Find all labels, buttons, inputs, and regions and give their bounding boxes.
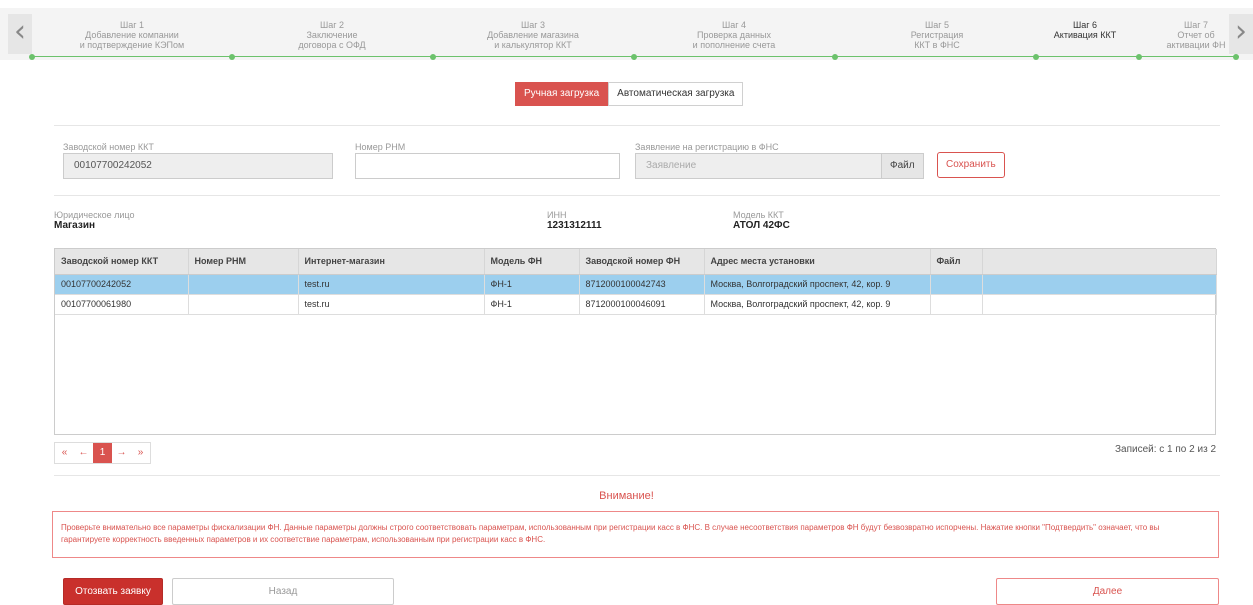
cell-kkt-serial: 00107700061980 <box>55 294 189 315</box>
step-7[interactable]: Шаг 7 Отчет об активации ФН <box>1136 20 1253 50</box>
step-title-line2: договора с ОФД <box>298 40 366 50</box>
step-6[interactable]: Шаг 6 Активация ККТ <box>1025 20 1145 40</box>
step-4[interactable]: Шаг 4 Проверка данных и пополнение счета <box>674 20 794 50</box>
step-title-line1: Добавление компании <box>85 30 179 40</box>
records-count: Записей: с 1 по 2 из 2 <box>1114 444 1216 455</box>
tab-manual-upload[interactable]: Ручная загрузка <box>515 82 609 106</box>
cell-webshop: test.ru <box>298 274 485 295</box>
step-dot <box>1136 54 1142 60</box>
col-header-address[interactable]: Адрес места установки <box>704 249 931 275</box>
step-1[interactable]: Шаг 1 Добавление компании и подтверждени… <box>72 20 192 50</box>
statement-field[interactable]: Заявление <box>635 153 882 179</box>
file-button[interactable]: Файл <box>881 153 924 179</box>
step-title-line2: и калькулятор ККТ <box>494 40 572 50</box>
kkt-table: Заводской номер ККТ Номер РНМ Интернет-м… <box>54 248 1217 435</box>
step-dot <box>430 54 436 60</box>
prev-page-button[interactable]: ← <box>74 443 93 463</box>
step-number: Шаг 4 <box>721 20 747 30</box>
tab-auto-upload[interactable]: Автоматическая загрузка <box>608 82 744 106</box>
step-dot <box>631 54 637 60</box>
next-page-button[interactable]: → <box>112 443 131 463</box>
wizard-stepper: ‹ › Шаг 1 Добавление компании и подтверж… <box>0 8 1253 60</box>
step-title-line2: и пополнение счета <box>692 40 776 50</box>
cell-fn-model: ФН-1 <box>484 294 580 315</box>
table-row[interactable]: 00107700061980 test.ru ФН-1 871200010004… <box>55 294 1217 315</box>
cell-file <box>930 294 983 315</box>
legal-entity-value: Магазин <box>54 220 96 231</box>
back-button[interactable]: Назад <box>172 578 394 605</box>
kkt-serial-field: 00107700242052 <box>63 153 333 179</box>
first-page-button[interactable]: « <box>55 443 74 463</box>
col-header-rnm[interactable]: Номер РНМ <box>188 249 299 275</box>
step-title-line2: и подтверждение КЭПом <box>79 40 185 50</box>
cell-address: Москва, Волгоградский проспект, 42, кор.… <box>704 274 931 295</box>
col-header-empty <box>982 249 1217 275</box>
legal-entity-label: Юридическое лицо <box>54 210 135 220</box>
cell-kkt-serial: 00107700242052 <box>55 274 189 295</box>
statement-label: Заявление на регистрацию в ФНС <box>635 142 779 152</box>
step-title-line2: ККТ в ФНС <box>914 40 960 50</box>
step-title-line1: Добавление магазина <box>487 30 579 40</box>
cell-rnm <box>188 294 299 315</box>
step-number: Шаг 5 <box>924 20 950 30</box>
inn-label: ИНН <box>547 210 567 220</box>
step-5[interactable]: Шаг 5 Регистрация ККТ в ФНС <box>877 20 997 50</box>
warning-text: Проверьте внимательно все параметры фиск… <box>61 523 1160 544</box>
step-dot <box>229 54 235 60</box>
col-header-kkt-serial[interactable]: Заводской номер ККТ <box>55 249 189 275</box>
step-dot <box>1033 54 1039 60</box>
step-number: Шаг 6 <box>1072 20 1098 30</box>
cell-address: Москва, Волгоградский проспект, 42, кор.… <box>704 294 931 315</box>
step-dot <box>29 54 35 60</box>
cell-empty <box>982 294 1217 315</box>
cell-empty <box>982 274 1217 295</box>
chevron-left-icon[interactable]: ‹ <box>8 14 32 54</box>
step-number: Шаг 2 <box>319 20 345 30</box>
next-button[interactable]: Далее <box>996 578 1219 605</box>
rnm-input[interactable] <box>355 153 620 179</box>
cell-fn-serial: 8712000100042743 <box>579 274 705 295</box>
step-dot <box>832 54 838 60</box>
divider <box>54 125 1220 126</box>
last-page-button[interactable]: » <box>131 443 150 463</box>
step-2[interactable]: Шаг 2 Заключение договора с ОФД <box>272 20 392 50</box>
step-3[interactable]: Шаг 3 Добавление магазина и калькулятор … <box>473 20 593 50</box>
save-button[interactable]: Сохранить <box>937 152 1005 178</box>
step-number: Шаг 3 <box>520 20 546 30</box>
col-header-fn-serial[interactable]: Заводской номер ФН <box>579 249 705 275</box>
divider <box>54 195 1220 196</box>
step-number: Шаг 7 <box>1183 20 1209 30</box>
kkt-serial-label: Заводской номер ККТ <box>63 142 154 152</box>
col-header-webshop[interactable]: Интернет-магазин <box>298 249 485 275</box>
step-title-line1: Активация ККТ <box>1053 30 1117 40</box>
rnm-label: Номер РНМ <box>355 142 406 152</box>
warning-box: Проверьте внимательно все параметры фиск… <box>52 511 1219 558</box>
pagination: « ← 1 → » <box>54 442 151 464</box>
col-header-fn-model[interactable]: Модель ФН <box>484 249 580 275</box>
kkt-model-value: АТОЛ 42ФС <box>733 220 790 231</box>
kkt-model-label: Модель ККТ <box>733 210 784 220</box>
step-title-line2: активации ФН <box>1166 40 1226 50</box>
table-header-row: Заводской номер ККТ Номер РНМ Интернет-м… <box>55 249 1217 275</box>
step-title-line1: Заключение <box>306 30 358 40</box>
page-1-button[interactable]: 1 <box>93 443 112 463</box>
table-row[interactable]: 00107700242052 test.ru ФН-1 871200010004… <box>55 274 1217 295</box>
cell-fn-serial: 8712000100046091 <box>579 294 705 315</box>
divider <box>54 475 1220 476</box>
step-dot <box>1233 54 1239 60</box>
cell-webshop: test.ru <box>298 294 485 315</box>
step-title-line1: Регистрация <box>910 30 964 40</box>
revoke-request-button[interactable]: Отозвать заявку <box>63 578 163 605</box>
step-title-line1: Проверка данных <box>697 30 771 40</box>
upload-mode-tabs: Ручная загрузка Автоматическая загрузка <box>515 82 744 106</box>
cell-file <box>930 274 983 295</box>
cell-rnm <box>188 274 299 295</box>
cell-fn-model: ФН-1 <box>484 274 580 295</box>
inn-value: 1231312111 <box>547 220 602 231</box>
col-header-file[interactable]: Файл <box>930 249 983 275</box>
warning-title: Внимание! <box>599 490 654 502</box>
step-title-line1: Отчет об <box>1177 30 1215 40</box>
step-number: Шаг 1 <box>119 20 145 30</box>
